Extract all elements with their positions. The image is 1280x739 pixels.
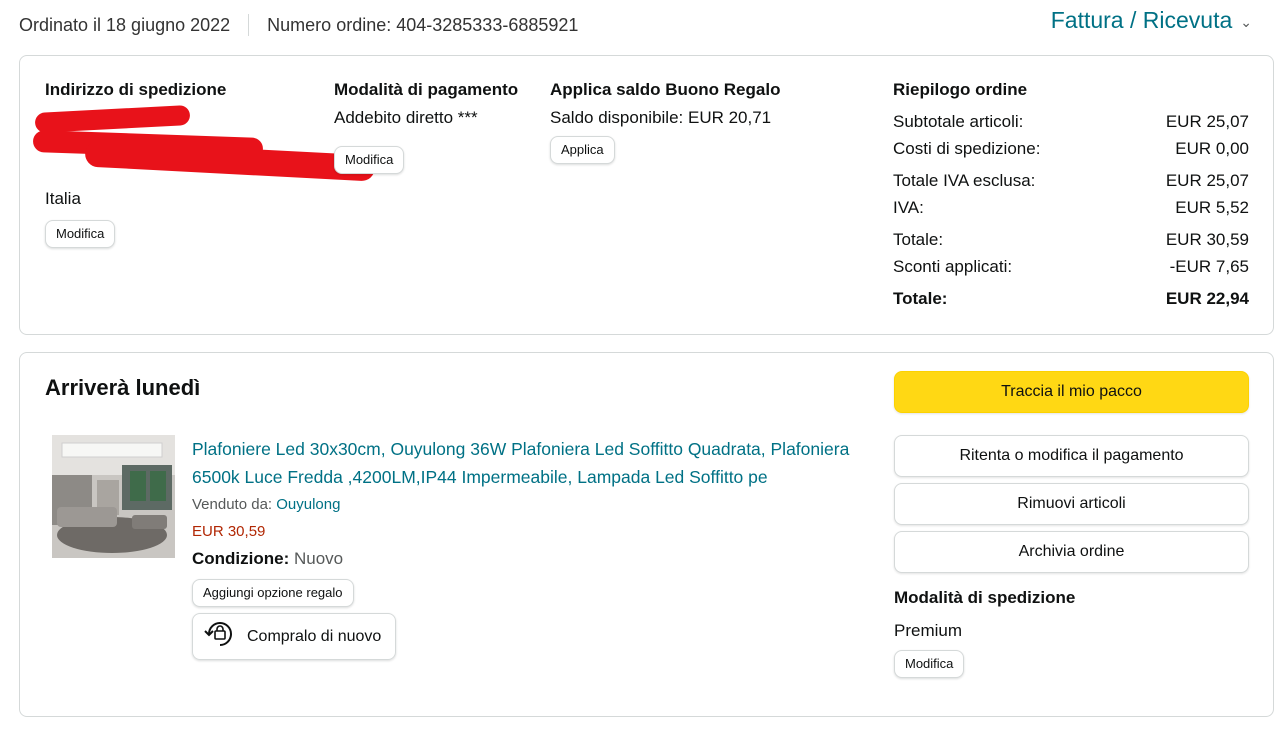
payment-title: Modalità di pagamento bbox=[334, 80, 519, 99]
payment-section: Modalità di pagamento Addebito diretto *… bbox=[334, 76, 524, 174]
order-details-card: Indirizzo di spedizione Italia Modifica … bbox=[19, 55, 1274, 335]
chevron-down-icon: ⌄ bbox=[1240, 14, 1252, 30]
edit-shipping-method-button[interactable]: Modifica bbox=[894, 650, 965, 678]
redaction-mark bbox=[34, 104, 191, 134]
address-redacted bbox=[32, 104, 376, 185]
sold-by-label: Venduto da: bbox=[192, 496, 273, 513]
shipping-method-value: Premium bbox=[894, 621, 963, 640]
product-image[interactable] bbox=[52, 435, 175, 558]
summary-label: Totale: bbox=[893, 230, 944, 249]
summary-row: Subtotale articoli: EUR 25,07 bbox=[893, 108, 1249, 135]
summary-label: Subtotale articoli: bbox=[893, 112, 1024, 131]
summary-value: EUR 25,07 bbox=[1165, 171, 1249, 190]
order-summary: Riepilogo ordine Subtotale articoli: EUR… bbox=[893, 76, 1249, 312]
summary-value: EUR 0,00 bbox=[1175, 139, 1249, 158]
shipment-card: Arriverà lunedì Plafoniere Led 30x30cm, … bbox=[19, 352, 1274, 717]
grand-total-row: Totale: EUR 22,94 bbox=[893, 285, 1249, 312]
summary-value: -EUR 7,65 bbox=[1169, 257, 1249, 276]
apply-gift-card-button[interactable]: Applica bbox=[550, 136, 615, 164]
shipping-address-title: Indirizzo di spedizione bbox=[45, 80, 227, 99]
buy-again-button[interactable]: Compralo di nuovo bbox=[192, 613, 397, 660]
order-date: Ordinato il 18 giugno 2022 bbox=[19, 14, 231, 35]
invoice-link-label: Fattura / Ricevuta bbox=[1050, 7, 1233, 33]
condition-value: Nuovo bbox=[294, 549, 344, 568]
seller-line: Venduto da: Ouyulong bbox=[192, 491, 852, 519]
summary-value: EUR 30,59 bbox=[1165, 230, 1249, 249]
grand-total-value: EUR 22,94 bbox=[1165, 289, 1249, 308]
gift-card-title: Applica saldo Buono Regalo bbox=[550, 80, 781, 99]
gift-card-balance: Saldo disponibile: EUR 20,71 bbox=[550, 108, 772, 127]
shipping-address-section: Indirizzo di spedizione Italia Modifica bbox=[32, 76, 376, 248]
address-country: Italia bbox=[45, 189, 81, 208]
condition-line: Condizione: Nuovo bbox=[192, 545, 852, 573]
summary-label: IVA: bbox=[893, 198, 924, 217]
order-number: Numero ordine: 404-3285333-6885921 bbox=[267, 14, 579, 35]
summary-value: EUR 25,07 bbox=[1165, 112, 1249, 131]
order-header: Ordinato il 18 giugno 2022 Numero ordine… bbox=[19, 12, 578, 38]
condition-label: Condizione: bbox=[192, 549, 290, 568]
summary-row: Totale IVA esclusa: EUR 25,07 bbox=[893, 167, 1249, 194]
edit-address-button[interactable]: Modifica bbox=[45, 220, 116, 248]
gift-card-section: Applica saldo Buono Regalo Saldo disponi… bbox=[550, 76, 850, 164]
remove-items-button[interactable]: Rimuovi articoli bbox=[894, 483, 1249, 525]
order-summary-title: Riepilogo ordine bbox=[893, 80, 1028, 99]
add-gift-option-button[interactable]: Aggiungi opzione regalo bbox=[192, 579, 354, 607]
payment-method: Addebito diretto *** bbox=[334, 108, 478, 127]
shipping-method-section: Modalità di spedizione Premium Modifica bbox=[894, 584, 1249, 678]
summary-label: Costi di spedizione: bbox=[893, 139, 1041, 158]
summary-label: Sconti applicati: bbox=[893, 257, 1013, 276]
track-package-button[interactable]: Traccia il mio pacco bbox=[894, 371, 1249, 413]
product-price: EUR 30,59 bbox=[192, 523, 266, 540]
summary-row: Sconti applicati: -EUR 7,65 bbox=[893, 253, 1249, 280]
delivery-status-title: Arriverà lunedì bbox=[45, 375, 201, 400]
summary-value: EUR 5,52 bbox=[1175, 198, 1249, 217]
product-title-link[interactable]: Plafoniere Led 30x30cm, Ouyulong 36W Pla… bbox=[192, 435, 852, 491]
summary-row: Totale: EUR 30,59 bbox=[893, 226, 1249, 253]
product-info: Plafoniere Led 30x30cm, Ouyulong 36W Pla… bbox=[192, 435, 852, 660]
seller-link[interactable]: Ouyulong bbox=[276, 496, 340, 513]
divider bbox=[248, 14, 250, 36]
summary-row: Costi di spedizione: EUR 0,00 bbox=[893, 135, 1249, 162]
grand-total-label: Totale: bbox=[893, 289, 948, 308]
summary-row: IVA: EUR 5,52 bbox=[893, 194, 1249, 221]
archive-order-button[interactable]: Archivia ordine bbox=[894, 531, 1249, 573]
buy-again-label: Compralo di nuovo bbox=[247, 627, 382, 645]
edit-payment-button[interactable]: Modifica bbox=[334, 146, 405, 174]
buy-again-icon bbox=[203, 620, 237, 653]
shipping-method-title: Modalità di spedizione bbox=[894, 588, 1076, 607]
summary-label: Totale IVA esclusa: bbox=[893, 171, 1036, 190]
invoice-link[interactable]: Fattura / Ricevuta ⌄ bbox=[1051, 7, 1252, 34]
retry-payment-button[interactable]: Ritenta o modifica il pagamento bbox=[894, 435, 1249, 477]
